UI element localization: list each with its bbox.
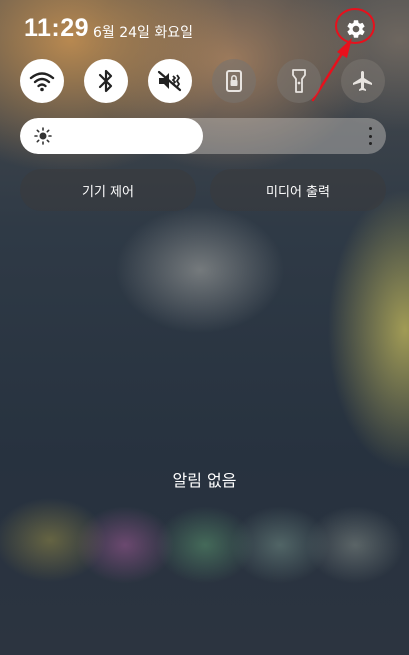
rotation-lock-toggle[interactable]	[212, 59, 256, 103]
flashlight-toggle[interactable]	[277, 59, 321, 103]
notification-panel: 11:29 6월 24일 화요일 기기 제어 미디어 출력 알림 없음	[0, 0, 409, 655]
bluetooth-toggle[interactable]	[84, 59, 128, 103]
portrait-lock-icon	[226, 70, 242, 92]
flashlight-icon	[292, 69, 306, 93]
airplane-mode-toggle[interactable]	[341, 59, 385, 103]
quick-settings-row	[0, 59, 409, 105]
wifi-icon	[29, 72, 55, 92]
wifi-toggle[interactable]	[20, 59, 64, 103]
sun-icon	[34, 127, 52, 145]
clock-date: 6월 24일 화요일	[93, 25, 194, 41]
more-options-icon[interactable]	[364, 127, 376, 145]
vibrate-icon	[157, 70, 182, 92]
brightness-slider[interactable]	[20, 118, 386, 154]
airplane-icon	[353, 71, 372, 91]
clock-time: 11:29	[24, 14, 90, 42]
sound-mode-toggle[interactable]	[148, 59, 192, 103]
no-notifications-text: 알림 없음	[172, 471, 237, 490]
device-control-button[interactable]: 기기 제어	[20, 169, 196, 211]
media-output-button[interactable]: 미디어 출력	[210, 169, 386, 211]
annotation-circle	[335, 8, 375, 44]
bluetooth-icon	[98, 69, 113, 93]
